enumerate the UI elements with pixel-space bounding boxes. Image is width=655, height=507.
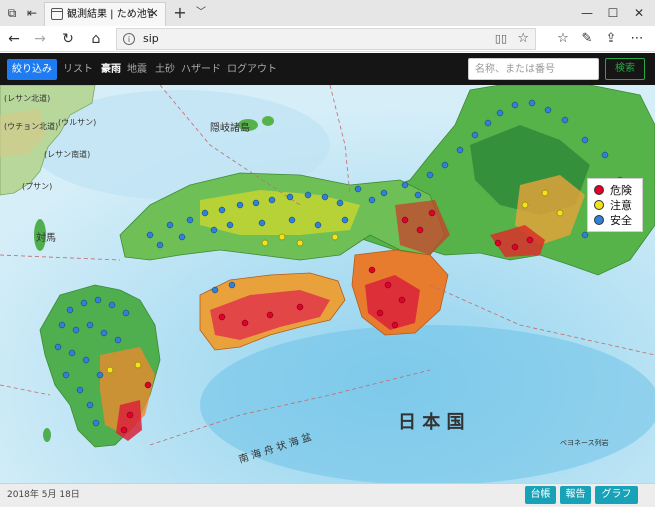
app-footer: 2018年 5月 18日 台帳 報告 グラフ [0,483,655,507]
menu-heavy-rain[interactable]: 豪雨 [101,59,121,80]
chevron-down-icon[interactable]: ﹀ [193,4,209,22]
graph-button[interactable]: グラフ [595,486,638,504]
menu-earthquake[interactable]: 地震 [127,59,147,80]
browser-window: ⧉ ⇤ 観測結果 | ため池管理 ✕ + ﹀ — ☐ ✕ ← → ↻ ⌂ i s… [0,0,655,507]
address-bar[interactable]: i sip ▯▯ ☆ [116,28,536,50]
close-tab-icon[interactable]: ✕ [147,6,161,22]
legend-danger-label: 危険 [610,184,632,197]
tab-title: 観測結果 | ため池管理 [67,9,153,20]
favorites-icon[interactable]: ☆ [553,29,573,49]
favorite-star-icon[interactable]: ☆ [517,31,529,46]
menu-hazard[interactable]: ハザード [181,59,221,80]
navigation-bar: ← → ↻ ⌂ i sip ▯▯ ☆ ☆ ✎ ⇪ ⋯ [0,26,655,52]
page-favicon-icon [51,8,63,20]
window-icon[interactable]: ⧉ [4,5,20,21]
label-bayonnaise-rocks: ベヨネース列岩 [560,438,609,447]
home-icon[interactable]: ⌂ [86,29,106,49]
safe-dot-icon [594,215,604,225]
label-korea-north: (レサン北道) [4,93,50,103]
danger-dot-icon [594,185,604,195]
search-input[interactable] [468,58,599,80]
label-japan: 日 本 国 [398,411,465,433]
pen-icon[interactable]: ✎ [577,29,597,49]
legend-safe-label: 安全 [610,214,632,227]
legend-safe: 安全 [594,213,642,228]
browser-tab[interactable]: 観測結果 | ため池管理 ✕ [44,2,166,26]
reading-view-icon[interactable]: ▯▯ [495,32,507,45]
legend-caution-label: 注意 [610,199,632,212]
search-button[interactable]: 検索 [605,58,645,80]
map-view[interactable]: (レサン北道) (ウチョン北道) (レサン南道) (プサン) (ウルサン) 隠岐… [0,85,655,483]
label-busan: (プサン) [22,182,52,191]
ledger-button[interactable]: 台帳 [525,486,556,504]
caution-dot-icon [594,200,604,210]
legend-danger: 危険 [594,183,642,198]
menu-landslide[interactable]: 土砂 [155,59,175,80]
app-navbar: 絞り込み リスト 豪雨 地震 土砂 ハザード ログアウト 検索 [0,53,655,85]
label-korea-chungcheong: (ウチョン北道) [4,121,58,131]
tab-icon[interactable]: ⇤ [24,5,40,21]
label-tsushima: 対馬 [36,231,56,244]
forward-arrow-icon[interactable]: → [30,29,50,49]
label-ulsan: (ウルサン) [58,118,96,127]
oki-island-small [262,116,274,126]
share-icon[interactable]: ⇪ [601,29,621,49]
observation-date: 2018年 5月 18日 [7,490,80,500]
koshiki-island [43,428,51,442]
maximize-icon[interactable]: ☐ [602,2,624,24]
new-tab-icon[interactable]: + [171,4,189,22]
label-oki-islands: 隠岐諸島 [210,121,250,134]
pacific-deep-water [200,325,655,483]
map-canvas[interactable]: (レサン北道) (ウチョン北道) (レサン南道) (プサン) (ウルサン) 隠岐… [0,85,655,483]
filter-button[interactable]: 絞り込み [7,59,57,80]
menu-logout[interactable]: ログアウト [227,59,277,80]
menu-list[interactable]: リスト [63,59,93,80]
minimize-icon[interactable]: — [576,2,598,24]
back-arrow-icon[interactable]: ← [4,29,24,49]
more-icon[interactable]: ⋯ [627,29,647,49]
map-legend: 危険 注意 安全 [587,178,643,232]
info-icon[interactable]: i [123,33,135,45]
report-button[interactable]: 報告 [560,486,591,504]
legend-caution: 注意 [594,198,642,213]
address-text[interactable]: sip [143,32,159,46]
close-window-icon[interactable]: ✕ [628,2,650,24]
label-korea-south: (レサン南道) [44,149,90,159]
refresh-icon[interactable]: ↻ [58,29,78,49]
tab-strip: ⧉ ⇤ 観測結果 | ため池管理 ✕ + ﹀ — ☐ ✕ [0,0,655,26]
